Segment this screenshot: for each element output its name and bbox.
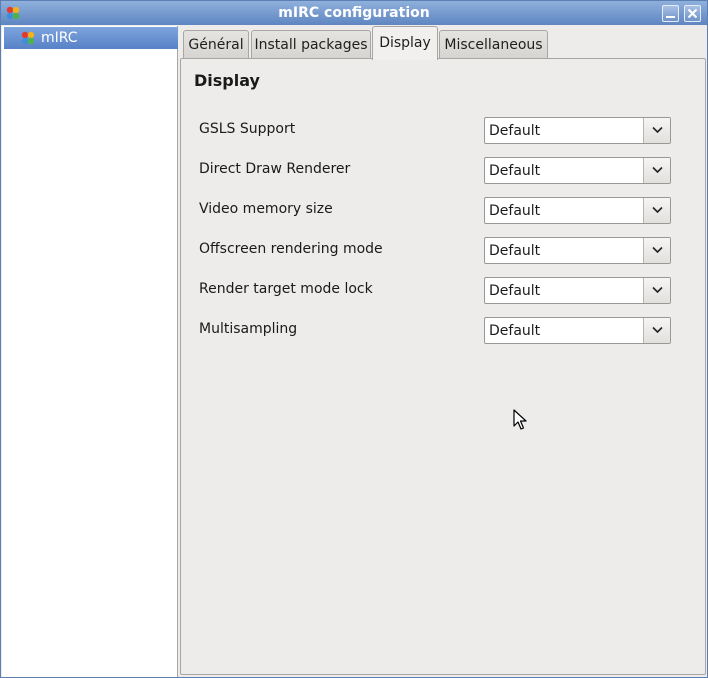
tab-general[interactable]: Général xyxy=(183,30,249,59)
dropdown-button[interactable] xyxy=(643,278,670,303)
dropdown-value: Default xyxy=(489,163,541,179)
render-target-mode-lock-dropdown[interactable]: Default xyxy=(484,277,671,304)
dropdown-value: Default xyxy=(489,123,541,139)
dropdown-button[interactable] xyxy=(643,198,670,223)
chevron-down-icon xyxy=(652,326,663,334)
sidebar-item-label: mIRC xyxy=(41,30,78,46)
offscreen-rendering-mode-dropdown[interactable]: Default xyxy=(484,237,671,264)
dropdown-value: Default xyxy=(489,243,541,259)
sidebar-item-mirc[interactable]: mIRC xyxy=(4,27,178,49)
chevron-down-icon xyxy=(652,206,663,214)
title-bar[interactable]: mIRC configuration xyxy=(1,1,707,25)
minimize-button[interactable] xyxy=(662,5,679,22)
tab-display[interactable]: Display xyxy=(372,26,438,60)
display-panel: Display GSLS Support Default Direct Draw… xyxy=(180,58,706,675)
sidebar: mIRC xyxy=(2,26,178,677)
dropdown-button[interactable] xyxy=(643,118,670,143)
direct-draw-renderer-dropdown[interactable]: Default xyxy=(484,157,671,184)
chevron-down-icon xyxy=(652,246,663,254)
setting-label: Video memory size xyxy=(199,201,333,217)
chevron-down-icon xyxy=(652,126,663,134)
multisampling-dropdown[interactable]: Default xyxy=(484,317,671,344)
setting-label: Multisampling xyxy=(199,321,298,337)
setting-label: Offscreen rendering mode xyxy=(199,241,383,257)
window-title: mIRC configuration xyxy=(278,5,430,21)
gsls-support-dropdown[interactable]: Default xyxy=(484,117,671,144)
tab-install-packages[interactable]: Install packages xyxy=(251,30,371,59)
chevron-down-icon xyxy=(652,166,663,174)
dropdown-button[interactable] xyxy=(643,318,670,343)
setting-label: Render target mode lock xyxy=(199,281,373,297)
configuration-window: mIRC configuration mIRC Général Install … xyxy=(0,0,708,678)
minimize-icon xyxy=(666,16,675,18)
dropdown-value: Default xyxy=(489,283,541,299)
dropdown-button[interactable] xyxy=(643,238,670,263)
setting-label: GSLS Support xyxy=(199,121,296,137)
dropdown-button[interactable] xyxy=(643,158,670,183)
close-button[interactable] xyxy=(684,5,701,22)
section-title: Display xyxy=(194,71,260,90)
dropdown-value: Default xyxy=(489,203,541,219)
mirc-logo-icon xyxy=(21,31,35,45)
chevron-down-icon xyxy=(652,286,663,294)
video-memory-size-dropdown[interactable]: Default xyxy=(484,197,671,224)
setting-label: Direct Draw Renderer xyxy=(199,161,351,177)
close-icon xyxy=(687,8,698,19)
tab-miscellaneous[interactable]: Miscellaneous xyxy=(439,30,548,59)
mouse-pointer-icon xyxy=(513,409,527,430)
dropdown-value: Default xyxy=(489,323,541,339)
